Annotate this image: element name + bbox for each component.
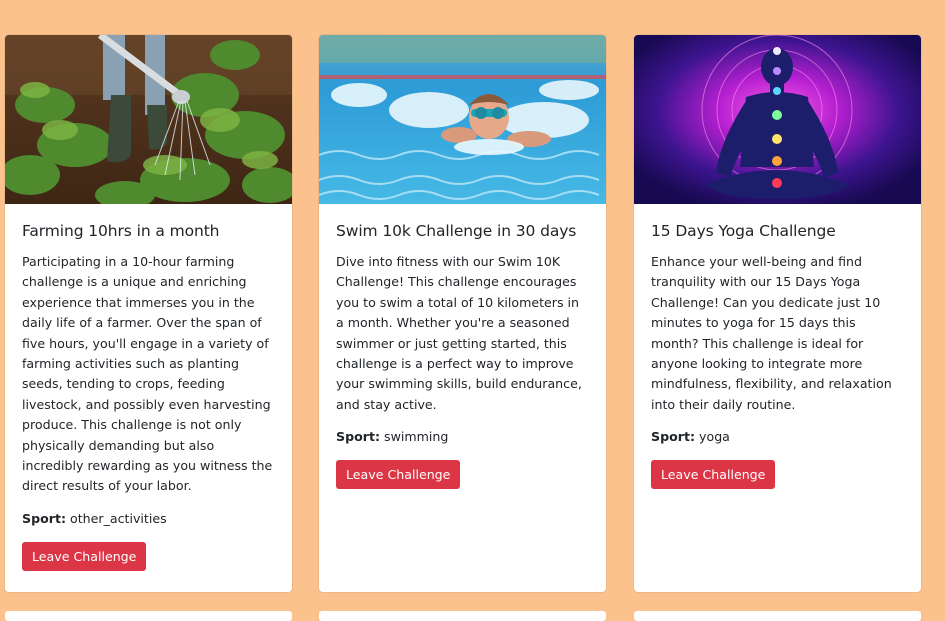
card-title: Farming 10hrs in a month <box>22 222 220 240</box>
challenge-card-farming: Farming 10hrs in a month Participating i… <box>5 35 292 592</box>
sport-value: other_activities <box>70 510 167 526</box>
farming-image <box>5 35 292 204</box>
card-description: Enhance your well-being and find tranqui… <box>651 254 892 412</box>
yoga-illustration <box>634 35 921 204</box>
yoga-image <box>634 35 921 204</box>
leave-challenge-button[interactable]: Leave Challenge <box>651 460 776 490</box>
next-card-edge <box>319 611 606 621</box>
sport-label: Sport: <box>336 429 381 445</box>
sport-line: Sport: other_activities <box>22 511 275 526</box>
sport-line: Sport: yoga <box>651 429 904 444</box>
challenge-card-yoga: 15 Days Yoga Challenge Enhance your well… <box>634 35 921 592</box>
card-description: Participating in a 10-hour farming chall… <box>22 254 273 494</box>
next-card-edge <box>5 611 292 621</box>
leave-challenge-button[interactable]: Leave Challenge <box>22 541 147 571</box>
swimming-image <box>319 35 606 204</box>
sport-value: swimming <box>384 429 449 445</box>
farming-illustration <box>5 35 292 204</box>
card-title: Swim 10k Challenge in 30 days <box>336 222 577 240</box>
card-description: Dive into fitness with our Swim 10K Chal… <box>336 254 582 412</box>
sport-line: Sport: swimming <box>336 429 589 444</box>
next-card-edge <box>634 611 921 621</box>
leave-challenge-button[interactable]: Leave Challenge <box>336 460 461 490</box>
sport-label: Sport: <box>651 429 696 445</box>
sport-label: Sport: <box>22 510 67 526</box>
sport-value: yoga <box>699 429 730 445</box>
card-title: 15 Days Yoga Challenge <box>651 222 836 240</box>
swimming-illustration <box>319 35 606 204</box>
challenge-card-swimming: Swim 10k Challenge in 30 days Dive into … <box>319 35 606 592</box>
